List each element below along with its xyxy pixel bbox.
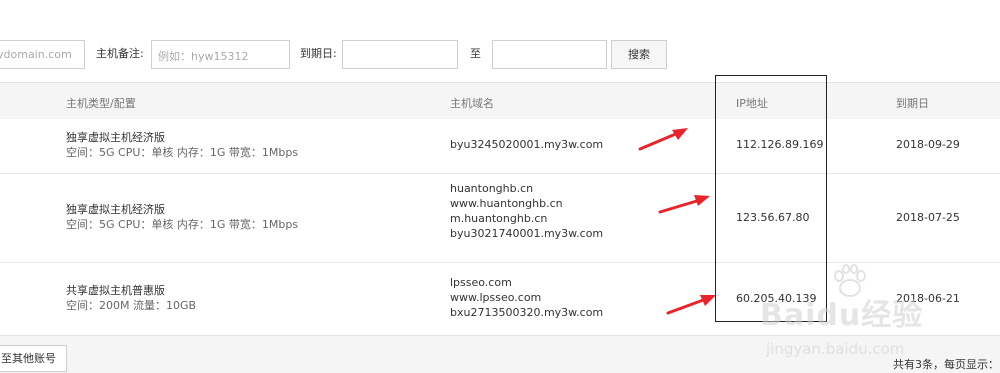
domain-link[interactable]: www.lpsseo.com — [450, 290, 603, 305]
header-expiry: 到期日 — [896, 97, 929, 110]
expiry-end-input[interactable] — [492, 40, 607, 69]
domain-link[interactable]: m.huantonghb.cn — [450, 211, 603, 226]
expiry-date: 2018-06-21 — [896, 292, 960, 305]
domain-link[interactable]: www.huantonghb.cn — [450, 196, 603, 211]
expiry-date: 2018-07-25 — [896, 211, 960, 224]
header-type: 主机类型/配置 — [66, 97, 136, 110]
expiry-start-input[interactable] — [342, 40, 458, 69]
ip-address: 60.205.40.139 — [736, 292, 817, 305]
table-row: 独享虚拟主机经济版 空间：5G CPU：单核 内存：1G 带宽：1Mbps hu… — [0, 174, 1000, 263]
domain-cell: lpsseo.com www.lpsseo.com bxu2713500320.… — [450, 275, 603, 320]
domain-cell: byu3245020001.my3w.com — [450, 137, 603, 152]
domain-link[interactable]: bxu2713500320.my3w.com — [450, 305, 603, 320]
domain-link[interactable]: huantonghb.cn — [450, 181, 603, 196]
search-button[interactable]: 搜索 — [611, 40, 667, 69]
switch-account-button[interactable]: 至其他账号 — [0, 345, 67, 372]
host-config: 空间：5G CPU：单核 内存：1G 带宽：1Mbps — [66, 146, 299, 159]
domain-link[interactable]: byu3245020001.my3w.com — [450, 137, 603, 152]
host-config: 空间：200M 流量：10GB — [66, 299, 197, 312]
host-type: 独享虚拟主机经济版 — [66, 203, 165, 216]
ip-address: 123.56.67.80 — [736, 211, 810, 224]
expiry-date: 2018-09-29 — [896, 138, 960, 151]
table-footer — [0, 335, 1000, 373]
remark-label: 主机备注: — [96, 47, 144, 60]
remark-input[interactable]: 例如：hyw15312 — [151, 40, 290, 69]
top-bar — [0, 0, 1000, 26]
domain-link[interactable]: lpsseo.com — [450, 275, 603, 290]
host-type: 独享虚拟主机经济版 — [66, 131, 165, 144]
pagination-info: 共有3条，每页显示： — [893, 358, 999, 371]
domain-cell: huantonghb.cn www.huantonghb.cn m.huanto… — [450, 181, 603, 241]
table-header: 主机类型/配置 主机域名 IP地址 到期日 — [0, 82, 1000, 120]
table-row: 独享虚拟主机经济版 空间：5G CPU：单核 内存：1G 带宽：1Mbps by… — [0, 119, 1000, 174]
to-label: 至 — [470, 47, 481, 60]
host-type: 共享虚拟主机普惠版 — [66, 284, 165, 297]
domain-link[interactable]: byu3021740001.my3w.com — [450, 226, 603, 241]
host-type-cell: 独享虚拟主机经济版 空间：5G CPU：单核 内存：1G 带宽：1Mbps — [66, 130, 298, 160]
domain-search-input[interactable]: ydomain.com — [0, 40, 85, 69]
header-domain: 主机域名 — [450, 97, 494, 110]
header-ip: IP地址 — [736, 97, 768, 110]
ip-address: 112.126.89.169 — [736, 138, 824, 151]
expiry-label: 到期日: — [300, 47, 337, 60]
host-type-cell: 独享虚拟主机经济版 空间：5G CPU：单核 内存：1G 带宽：1Mbps — [66, 202, 298, 232]
host-type-cell: 共享虚拟主机普惠版 空间：200M 流量：10GB — [66, 283, 196, 313]
host-config: 空间：5G CPU：单核 内存：1G 带宽：1Mbps — [66, 218, 299, 231]
table-row: 共享虚拟主机普惠版 空间：200M 流量：10GB lpsseo.com www… — [0, 263, 1000, 336]
